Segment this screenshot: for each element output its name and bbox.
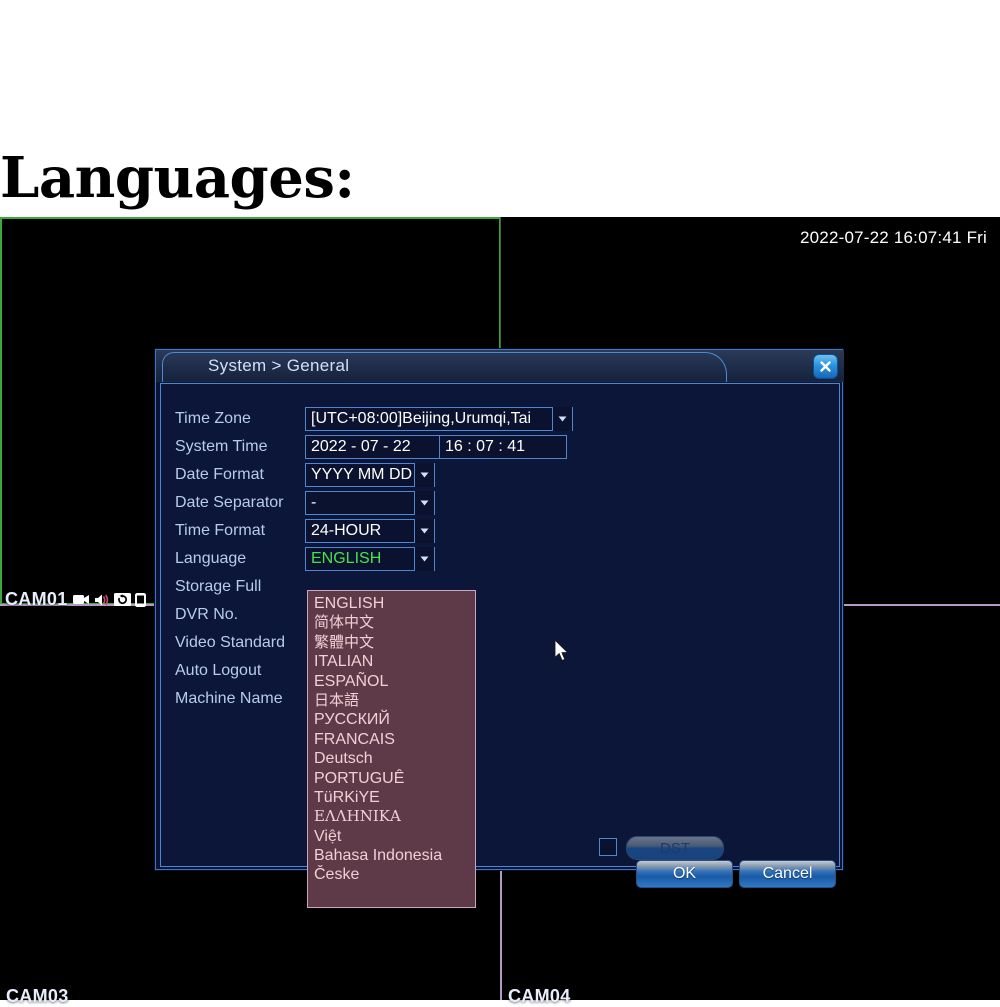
page-title: Languages: — [0, 145, 355, 211]
row-dvr-no: DVR No. — [175, 602, 305, 628]
row-time-zone: Time Zone [UTC+08:00]Beijing,Urumqi,Tai — [175, 406, 573, 432]
chevron-down-icon[interactable] — [414, 547, 434, 571]
date-format-value: YYYY MM DD — [311, 466, 412, 483]
language-option-english[interactable]: ENGLISH — [308, 594, 475, 613]
system-time-input[interactable]: 2022 - 07 - 22 16 : 07 : 41 — [305, 435, 567, 459]
dialog-body: Time Zone [UTC+08:00]Beijing,Urumqi,Tai … — [160, 383, 840, 908]
channel-label-cam03: CAM03 — [6, 986, 69, 1007]
chevron-down-icon[interactable] — [552, 407, 572, 431]
language-option-greek[interactable]: ΕΛΛΗΝΙΚΑ — [308, 807, 475, 826]
chevron-down-icon[interactable] — [414, 463, 434, 487]
dst-button[interactable]: DST — [626, 836, 724, 860]
chevron-down-icon[interactable] — [414, 519, 434, 543]
channel-name-text: CAM01 — [5, 589, 68, 609]
close-icon[interactable] — [813, 354, 838, 379]
system-date-part[interactable]: 2022 - 07 - 22 — [306, 436, 440, 458]
label-dvr-no: DVR No. — [175, 606, 239, 623]
label-date-separator: Date Separator — [175, 494, 284, 511]
label-time-format: Time Format — [175, 522, 266, 539]
label-time-zone: Time Zone — [175, 410, 251, 427]
language-option-traditional-chinese[interactable]: 繁體中文 — [308, 633, 475, 652]
language-option-espanol[interactable]: ESPAÑOL — [308, 672, 475, 691]
dst-checkbox[interactable] — [599, 838, 617, 856]
system-clock-part[interactable]: 16 : 07 : 41 — [440, 436, 566, 458]
language-option-italian[interactable]: ITALIAN — [308, 652, 475, 671]
date-separator-value: - — [311, 494, 317, 511]
speaker-mute-icon — [94, 593, 110, 607]
language-option-ceske[interactable]: Česke — [308, 865, 475, 884]
label-storage-full: Storage Full — [175, 578, 262, 595]
osd-timestamp: 2022-07-22 16:07:41 Fri — [799, 228, 987, 247]
cancel-button[interactable]: Cancel — [739, 860, 836, 888]
language-value: ENGLISH — [311, 550, 382, 567]
language-select[interactable]: ENGLISH — [305, 547, 435, 571]
label-system-time: System Time — [175, 438, 268, 455]
date-separator-select[interactable]: - — [305, 491, 435, 515]
mobile-device-icon — [134, 592, 146, 607]
row-date-format: Date Format YYYY MM DD — [175, 462, 435, 488]
time-format-select[interactable]: 24-HOUR — [305, 519, 435, 543]
channel-name-text: CAM04 — [508, 986, 571, 1006]
language-option-bahasa-indonesia[interactable]: Bahasa Indonesia — [308, 846, 475, 865]
screenshot-root: Languages: 2022-07-22 16:07:41 Fri CAM01 — [0, 0, 1000, 1006]
language-option-francais[interactable]: FRANCAIS — [308, 730, 475, 749]
language-options-popup[interactable]: ENGLISH 简体中文 繁體中文 ITALIAN ESPAÑOL 日本語 РУ… — [307, 590, 476, 908]
ok-button[interactable]: OK — [636, 860, 733, 888]
row-storage-full: Storage Full — [175, 574, 305, 600]
channel-label-cam04: CAM04 — [508, 986, 571, 1007]
dialog-title-text: System > General — [208, 356, 350, 375]
time-zone-select[interactable]: [UTC+08:00]Beijing,Urumqi,Tai — [305, 407, 573, 431]
time-zone-value: [UTC+08:00]Beijing,Urumqi,Tai — [311, 410, 532, 427]
language-option-portugue[interactable]: PORTUGUÊ — [308, 769, 475, 788]
channel-status-icons — [72, 592, 146, 607]
row-date-separator: Date Separator - — [175, 490, 435, 516]
video-camera-icon — [72, 593, 90, 606]
system-date-value: 2022 - 07 - 22 — [311, 438, 411, 455]
language-option-viet[interactable]: Việt — [308, 827, 475, 846]
system-clock-value: 16 : 07 : 41 — [445, 438, 526, 455]
language-option-simplified-chinese[interactable]: 简体中文 — [308, 613, 475, 632]
date-format-select[interactable]: YYYY MM DD — [305, 463, 435, 487]
channel-label-cam01: CAM01 — [5, 589, 146, 610]
time-format-value: 24-HOUR — [311, 522, 382, 539]
language-option-russian[interactable]: РУССКИЙ — [308, 710, 475, 729]
label-date-format: Date Format — [175, 466, 264, 483]
dialog-titlebar[interactable]: System > General — [156, 350, 844, 382]
chevron-down-icon[interactable] — [414, 491, 434, 515]
row-language: Language ENGLISH — [175, 546, 435, 572]
channel-name-text: CAM03 — [6, 986, 69, 1006]
language-option-turkiye[interactable]: TüRKiYE — [308, 788, 475, 807]
row-system-time: System Time 2022 - 07 - 22 16 : 07 : 41 — [175, 434, 567, 460]
system-general-dialog: System > General Time Zone [UTC+08:00]Be… — [155, 349, 844, 908]
language-option-deutsch[interactable]: Deutsch — [308, 749, 475, 768]
language-option-japanese[interactable]: 日本語 — [308, 691, 475, 710]
label-language: Language — [175, 550, 247, 567]
row-time-format: Time Format 24-HOUR — [175, 518, 435, 544]
record-cycle-icon — [113, 593, 131, 606]
